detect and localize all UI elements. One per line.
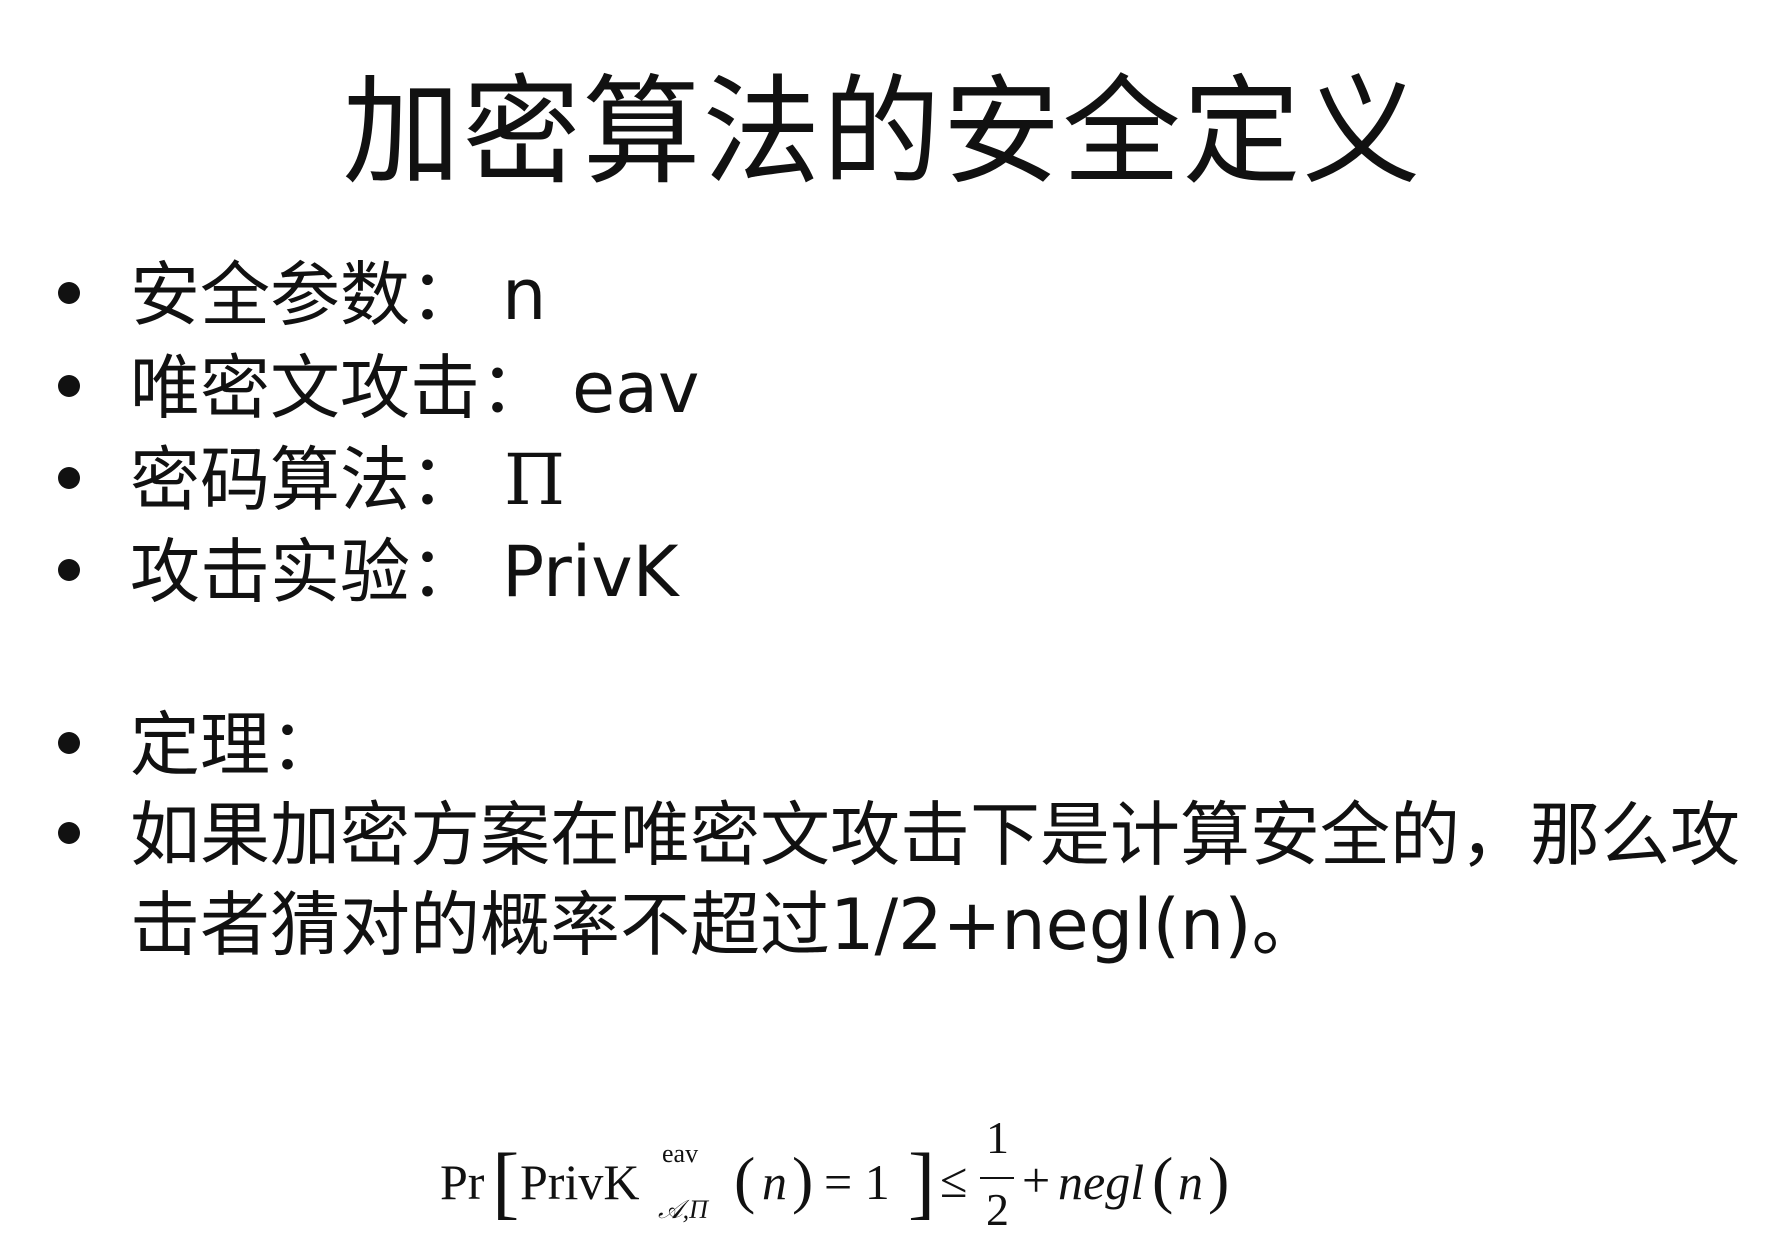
formula-subscript: 𝒜,Π bbox=[658, 1195, 708, 1224]
probability-formula: Pr [ PrivK eav 𝒜,Π ( n ) = 1 ] ≤ 1 2 + n… bbox=[440, 1112, 1260, 1252]
formula-pr: Pr bbox=[440, 1154, 485, 1210]
formula-left-bracket: [ bbox=[492, 1136, 520, 1227]
formula-negl: negl bbox=[1058, 1154, 1145, 1210]
formula-leq: ≤ bbox=[940, 1152, 968, 1208]
theorem-statement: 如果加密方案在唯密文攻击下是计算安全的，那么攻击者猜对的概率不超过1/2+neg… bbox=[130, 794, 1740, 966]
bullet-dot bbox=[58, 467, 80, 489]
formula-paren-open: ( bbox=[734, 1144, 756, 1215]
bullet-dot bbox=[58, 559, 80, 581]
theorem-label: 定理： bbox=[130, 704, 340, 786]
bullet-dot bbox=[58, 282, 80, 304]
bullet-label: 唯密文攻击： bbox=[130, 347, 550, 429]
formula-negl-paren-open: ( bbox=[1152, 1144, 1174, 1215]
bullet-value: Π bbox=[504, 439, 566, 521]
formula-fraction-bar bbox=[980, 1177, 1014, 1179]
bullet-dot bbox=[58, 732, 80, 754]
formula-negl-paren-close: ) bbox=[1208, 1144, 1230, 1215]
formula-negl-arg: n bbox=[1178, 1154, 1203, 1210]
bullet-text: 攻击实验： PrivK bbox=[130, 527, 679, 617]
formula-plus: + bbox=[1022, 1152, 1051, 1208]
bullet-value: n bbox=[502, 254, 547, 336]
bullet-value: eav bbox=[572, 347, 700, 429]
bullet-value: PrivK bbox=[502, 531, 679, 613]
slide-title: 加密算法的安全定义 bbox=[342, 63, 1423, 201]
bullet-theorem-statement: 如果加密方案在唯密文攻击下是计算安全的，那么攻击者猜对的概率不超过1/2+neg… bbox=[58, 790, 1758, 970]
bullet-label: 攻击实验： bbox=[130, 531, 480, 613]
bullet-dot bbox=[58, 375, 80, 397]
bullet-dot bbox=[58, 822, 80, 844]
formula-numerator: 1 bbox=[986, 1112, 1009, 1163]
bullet-text: 密码算法： Π bbox=[130, 435, 565, 525]
bullet-text: 安全参数： n bbox=[130, 250, 546, 340]
formula-privk: PrivK bbox=[520, 1154, 640, 1210]
formula-arg: n bbox=[762, 1154, 787, 1210]
bullet-text: 唯密文攻击： eav bbox=[130, 343, 699, 433]
bullet-label: 密码算法： bbox=[130, 439, 480, 521]
formula-equals: = 1 bbox=[824, 1154, 890, 1210]
formula-superscript: eav bbox=[662, 1139, 699, 1168]
formula-denominator: 2 bbox=[986, 1184, 1009, 1235]
formula-right-bracket: ] bbox=[908, 1136, 936, 1227]
bullet-label: 安全参数： bbox=[130, 254, 480, 336]
formula-paren-close: ) bbox=[792, 1144, 814, 1215]
